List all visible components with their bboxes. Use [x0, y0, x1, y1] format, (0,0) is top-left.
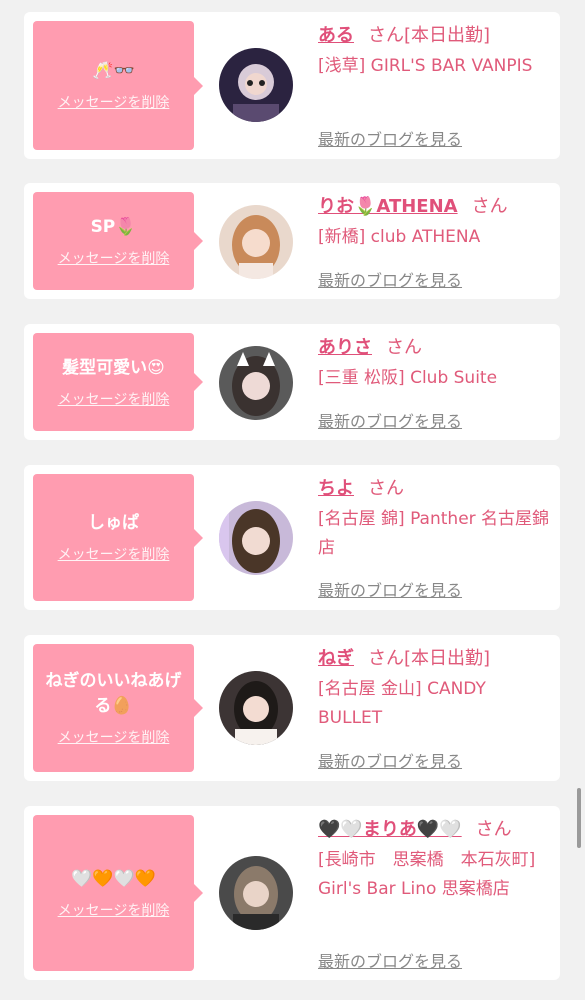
shop-name: [三重 松阪] Club Suite	[318, 368, 498, 388]
message-card: 🤍🧡🤍🧡 メッセージを削除 🖤🤍まりあ🖤🤍 さん [長崎市 思案橋 本石灰町] G…	[24, 806, 560, 980]
message-card: 髪型可愛い😍 メッセージを削除 ありさ さん [三重 松阪] Club Suite…	[24, 324, 560, 440]
message-bubble: SP🌷 メッセージを削除	[33, 192, 203, 290]
message-text: SP🌷	[90, 216, 137, 237]
honorific: さん	[475, 819, 512, 840]
user-info: ある さん[本日出勤] [浅草] GIRL'S BAR VANPIS	[318, 22, 550, 81]
avatar[interactable]	[219, 671, 293, 745]
blog-link[interactable]: 最新のブログを見る	[318, 126, 462, 150]
honorific: さん	[368, 478, 404, 499]
message-bubble: 🤍🧡🤍🧡 メッセージを削除	[33, 815, 203, 971]
shop-name: [新橋] club ATHENA	[318, 227, 481, 247]
delete-message-link[interactable]: メッセージを削除	[58, 92, 170, 112]
scrollbar[interactable]	[577, 788, 581, 848]
message-text: 髪型可愛い😍	[62, 357, 165, 378]
blog-link[interactable]: 最新のブログを見る	[318, 577, 462, 601]
user-name-link[interactable]: ある	[318, 25, 354, 46]
avatar[interactable]	[219, 48, 293, 122]
shop-name: [名古屋 金山] CANDY BULLET	[318, 679, 486, 728]
shop-name: [浅草] GIRL'S BAR VANPIS	[318, 56, 533, 76]
message-text: ねぎのいいねあげる🥚	[45, 671, 182, 716]
delete-message-link[interactable]: メッセージを削除	[58, 727, 170, 747]
avatar[interactable]	[219, 856, 293, 930]
message-bubble: ねぎのいいねあげる🥚 メッセージを削除	[33, 644, 203, 772]
delete-message-link[interactable]: メッセージを削除	[58, 389, 170, 409]
message-text: 🤍🧡🤍🧡	[71, 868, 156, 889]
user-name-link[interactable]: ちよ	[318, 478, 354, 499]
shop-name: [長崎市 思案橋 本石灰町] Girl's Bar Lino 思案橋店	[318, 850, 536, 899]
delete-message-link[interactable]: メッセージを削除	[58, 544, 170, 564]
shop-name: [名古屋 錦] Panther 名古屋錦店	[318, 509, 550, 558]
message-bubble: しゅぱ メッセージを削除	[33, 474, 203, 601]
avatar[interactable]	[219, 501, 293, 575]
message-bubble: 髪型可愛い😍 メッセージを削除	[33, 333, 203, 431]
user-info: ねぎ さん[本日出勤] [名古屋 金山] CANDY BULLET	[318, 645, 550, 733]
avatar[interactable]	[219, 346, 293, 420]
delete-message-link[interactable]: メッセージを削除	[58, 248, 170, 268]
blog-link[interactable]: 最新のブログを見る	[318, 267, 462, 291]
message-text: しゅぱ	[88, 513, 139, 533]
message-card: 🥂👓 メッセージを削除 ある さん[本日出勤] [浅草] GIRL'S BAR V…	[24, 12, 560, 159]
message-text: 🥂👓	[92, 61, 135, 81]
user-info: ありさ さん [三重 松阪] Club Suite	[318, 334, 550, 393]
message-card: SP🌷 メッセージを削除 りお🌷ATHENA さん [新橋] club ATHEN…	[24, 183, 560, 299]
message-bubble: 🥂👓 メッセージを削除	[33, 21, 203, 150]
user-info: 🖤🤍まりあ🖤🤍 さん [長崎市 思案橋 本石灰町] Girl's Bar Lino…	[318, 816, 550, 904]
honorific: さん	[368, 25, 404, 46]
user-name-link[interactable]: ありさ	[318, 337, 372, 358]
blog-link[interactable]: 最新のブログを見る	[318, 748, 462, 772]
user-name-link[interactable]: 🖤🤍まりあ🖤🤍	[318, 819, 462, 840]
blog-link[interactable]: 最新のブログを見る	[318, 948, 462, 972]
honorific: さん	[471, 196, 508, 217]
user-info: りお🌷ATHENA さん [新橋] club ATHENA	[318, 193, 550, 252]
delete-message-link[interactable]: メッセージを削除	[58, 900, 170, 920]
user-info: ちよ さん [名古屋 錦] Panther 名古屋錦店	[318, 475, 550, 563]
status-badge: [本日出勤]	[404, 25, 491, 46]
message-card: しゅぱ メッセージを削除 ちよ さん [名古屋 錦] Panther 名古屋錦店 …	[24, 465, 560, 610]
honorific: さん	[386, 337, 422, 358]
status-badge: [本日出勤]	[404, 648, 491, 669]
honorific: さん	[368, 648, 404, 669]
message-card: ねぎのいいねあげる🥚 メッセージを削除 ねぎ さん[本日出勤] [名古屋 金山] …	[24, 635, 560, 781]
user-name-link[interactable]: ねぎ	[318, 648, 354, 669]
user-name-link[interactable]: りお🌷ATHENA	[318, 196, 458, 217]
avatar[interactable]	[219, 205, 293, 279]
blog-link[interactable]: 最新のブログを見る	[318, 408, 462, 432]
